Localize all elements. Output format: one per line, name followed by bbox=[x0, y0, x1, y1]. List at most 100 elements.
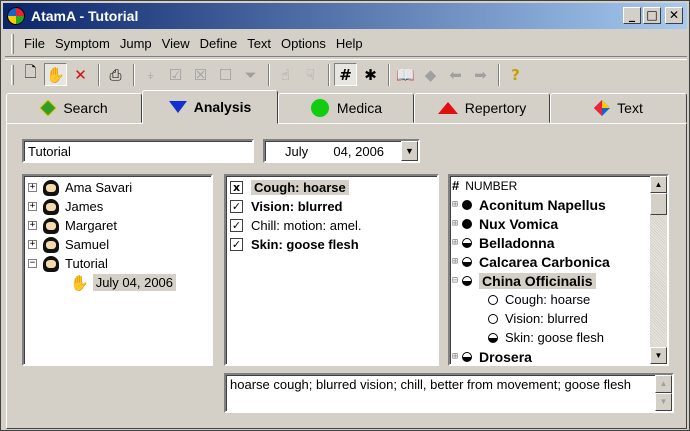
scroll-down-icon[interactable]: ▼ bbox=[650, 347, 667, 364]
app-logo-icon[interactable] bbox=[7, 7, 25, 25]
tree-item-session[interactable]: ✋ July 04, 2006 bbox=[70, 273, 177, 292]
tree-item-patient[interactable]: + Ama Savari bbox=[28, 178, 132, 197]
remedy-scrollbar[interactable]: ▲ ▼ bbox=[650, 176, 667, 364]
filter-icon[interactable]: ⍖ bbox=[139, 63, 162, 86]
menu-text[interactable]: Text bbox=[242, 36, 276, 51]
remedy-name: Belladonna bbox=[479, 234, 555, 251]
remedy-item[interactable]: ⊟ China Officinalis bbox=[452, 271, 596, 290]
menu-symptom[interactable]: Symptom bbox=[50, 36, 115, 51]
expand-icon[interactable]: + bbox=[28, 183, 37, 192]
help-icon[interactable]: ? bbox=[504, 63, 527, 86]
remedy-sort-header[interactable]: # NUMBER bbox=[452, 176, 517, 195]
tree-expand-icon[interactable]: ⊞ bbox=[452, 218, 458, 229]
notes-textarea[interactable]: hoarse cough; blurred vision; chill, bet… bbox=[224, 373, 674, 413]
patient-tree: + Ama Savari + James + Margaret + Samuel… bbox=[22, 174, 213, 366]
checked-checkbox[interactable]: ✓ bbox=[230, 238, 243, 251]
number-sign-icon[interactable]: # bbox=[334, 63, 357, 86]
menu-view[interactable]: View bbox=[157, 36, 195, 51]
grade-dot-half-icon bbox=[462, 275, 473, 286]
remedy-item[interactable]: ⊞ Belladonna bbox=[452, 233, 555, 252]
sort-label: NUMBER bbox=[465, 178, 518, 193]
tree-expand-icon[interactable]: ⊞ bbox=[452, 351, 458, 362]
tree-item-patient[interactable]: + Margaret bbox=[28, 216, 117, 235]
menu-options[interactable]: Options bbox=[276, 36, 331, 51]
collapse-icon[interactable]: − bbox=[28, 259, 37, 268]
remedy-symptom-item[interactable]: Cough: hoarse bbox=[488, 290, 590, 309]
book-icon[interactable]: 📖 bbox=[394, 63, 417, 86]
person-icon bbox=[43, 255, 59, 272]
scroll-up-icon[interactable]: ▲ bbox=[650, 176, 667, 193]
cross-box-icon[interactable]: ☒ bbox=[189, 63, 212, 86]
menu-define[interactable]: Define bbox=[195, 36, 243, 51]
tab-repertory[interactable]: Repertory bbox=[414, 93, 550, 123]
back-arrow-icon[interactable]: ⬅ bbox=[444, 63, 467, 86]
remedy-item[interactable]: ⊞ Aconitum Napellus bbox=[452, 195, 606, 214]
empty-box-icon[interactable]: ☐ bbox=[214, 63, 237, 86]
menu-help[interactable]: Help bbox=[331, 36, 368, 51]
forward-arrow-icon[interactable]: ➡ bbox=[469, 63, 492, 86]
checked-checkbox[interactable]: ✓ bbox=[230, 219, 243, 232]
title-bar[interactable]: AtamA - Tutorial _ □ ✕ bbox=[3, 3, 687, 29]
excluded-checkbox[interactable]: x bbox=[230, 181, 243, 194]
delete-icon[interactable]: ✕ bbox=[69, 63, 92, 86]
tree-expand-icon[interactable]: ⊞ bbox=[452, 237, 458, 248]
tree-item-patient[interactable]: − Tutorial bbox=[28, 254, 108, 273]
hand-pointer-icon[interactable]: ☝ bbox=[274, 63, 297, 86]
remedy-item[interactable]: ⊞ Nux Vomica bbox=[452, 214, 558, 233]
new-document-icon[interactable]: 🗋 bbox=[19, 63, 42, 86]
menu-file[interactable]: File bbox=[19, 36, 50, 51]
expand-icon[interactable]: + bbox=[28, 221, 37, 230]
grade-dot-half-icon bbox=[488, 332, 498, 343]
analysis-name-input[interactable] bbox=[22, 139, 254, 163]
tree-collapse-icon[interactable]: ⊟ bbox=[452, 275, 458, 286]
tab-search[interactable]: Search bbox=[6, 93, 142, 123]
expand-icon[interactable]: + bbox=[28, 202, 37, 211]
blue-triangle-icon bbox=[168, 101, 187, 113]
symptom-item[interactable]: ✓ Chill: motion: amel. bbox=[230, 216, 362, 235]
close-button[interactable]: ✕ bbox=[665, 7, 683, 24]
symptom-item[interactable]: x Cough: hoarse bbox=[230, 178, 349, 197]
scroll-thumb[interactable] bbox=[650, 193, 667, 215]
green-circle-icon bbox=[310, 99, 329, 117]
notes-scrollbar[interactable]: ▲ ▼ bbox=[655, 375, 672, 411]
person-icon bbox=[43, 236, 59, 253]
menu-jump[interactable]: Jump bbox=[115, 36, 157, 51]
minimize-button[interactable]: _ bbox=[623, 7, 641, 24]
symptom-item[interactable]: ✓ Vision: blurred bbox=[230, 197, 343, 216]
menu-grip[interactable] bbox=[11, 33, 14, 54]
hand-down-icon[interactable]: ☟ bbox=[299, 63, 322, 86]
patient-name: Samuel bbox=[65, 237, 110, 252]
tree-expand-icon[interactable]: ⊞ bbox=[452, 256, 458, 267]
checked-checkbox[interactable]: ✓ bbox=[230, 200, 243, 213]
maximize-button[interactable]: □ bbox=[643, 7, 661, 24]
remedy-item[interactable]: ⊞ Calcarea Carbonica bbox=[452, 252, 610, 271]
check-icon[interactable]: ☑ bbox=[164, 63, 187, 86]
date-dropdown-button[interactable]: ▼ bbox=[401, 141, 418, 161]
expand-icon[interactable]: + bbox=[28, 240, 37, 249]
tree-item-patient[interactable]: + Samuel bbox=[28, 235, 109, 254]
tab-text[interactable]: Text bbox=[550, 93, 687, 123]
date-combobox[interactable]: July 04, 2006 ▼ bbox=[263, 139, 420, 163]
stack-icon[interactable]: ◆ bbox=[419, 63, 442, 86]
funnel-icon[interactable]: ⏷ bbox=[239, 63, 262, 86]
person-icon bbox=[43, 179, 59, 196]
symptom-item[interactable]: ✓ Skin: goose flesh bbox=[230, 235, 359, 254]
remedy-symptom-item[interactable]: Vision: blurred bbox=[488, 309, 588, 328]
asterisk-icon[interactable]: ✱ bbox=[359, 63, 382, 86]
scroll-down-icon[interactable]: ▼ bbox=[655, 393, 672, 411]
remedy-symptom-item[interactable]: Skin: goose flesh bbox=[488, 328, 604, 347]
tree-expand-icon[interactable]: ⊞ bbox=[452, 199, 458, 210]
grade-dot-half-icon bbox=[462, 351, 473, 362]
tree-item-patient[interactable]: + James bbox=[28, 197, 103, 216]
toolbar-grip[interactable] bbox=[11, 64, 14, 85]
toolbar-separator bbox=[133, 63, 135, 86]
tab-analysis[interactable]: Analysis bbox=[142, 90, 278, 124]
tab-repertory-label: Repertory bbox=[464, 100, 527, 116]
scroll-up-icon[interactable]: ▲ bbox=[655, 375, 672, 393]
patient-name: Ama Savari bbox=[65, 180, 133, 195]
toolbar-separator bbox=[268, 63, 270, 86]
tab-medica[interactable]: Medica bbox=[278, 93, 414, 123]
remedy-item[interactable]: ⊞ Drosera bbox=[452, 347, 532, 365]
print-icon[interactable]: ⎙ bbox=[104, 63, 127, 86]
hand-icon[interactable]: ✋ bbox=[44, 63, 67, 86]
